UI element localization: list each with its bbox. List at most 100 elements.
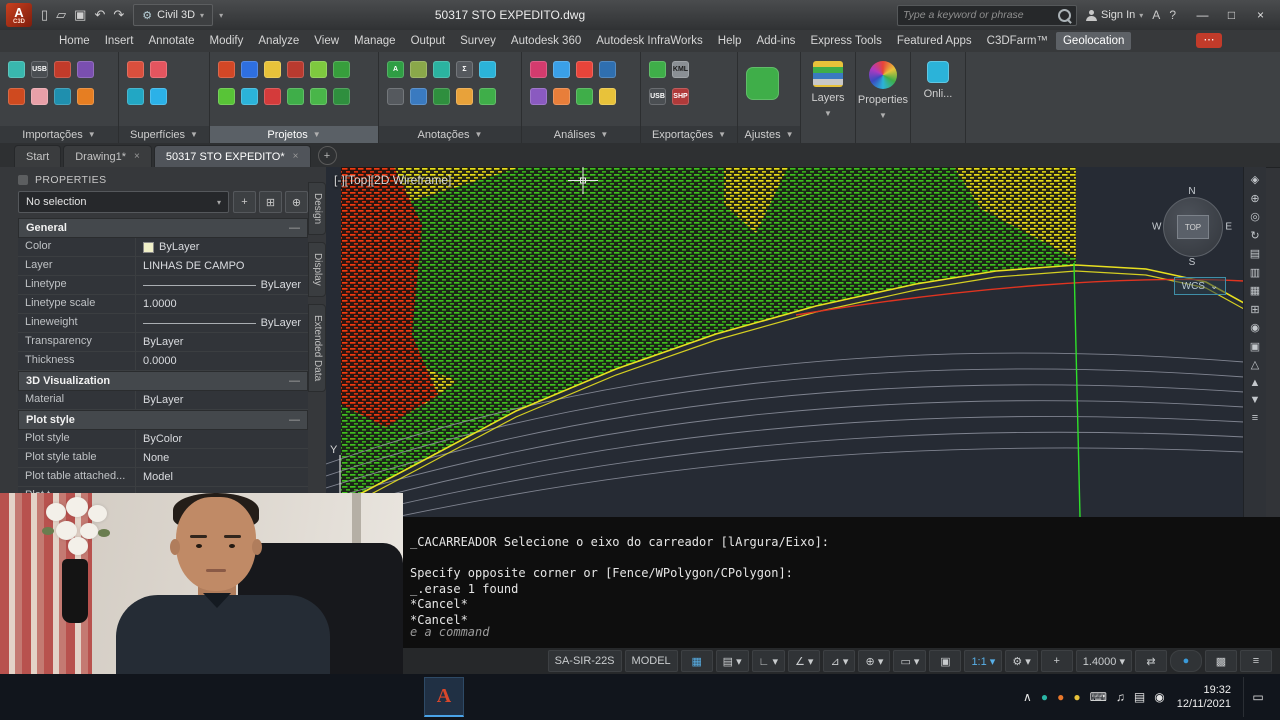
ribbon-tool-icon[interactable]: KML (672, 61, 689, 78)
ribbon-panel-properties[interactable]: Properties ▼ (856, 52, 911, 143)
status-toggle[interactable]: ⚙ ▾ (1005, 650, 1038, 672)
nav-icon[interactable]: ↻ (1250, 229, 1259, 242)
tray-icon[interactable]: ◉ (1154, 690, 1164, 704)
nav-icon[interactable]: ≡ (1252, 412, 1258, 424)
property-row[interactable]: Transparency ByLayer (18, 333, 308, 352)
status-toggle[interactable]: + (1040, 650, 1073, 672)
ribbon-tool-icon[interactable] (218, 88, 235, 105)
status-toggle[interactable]: ● (1170, 650, 1202, 672)
ribbon-tool-icon[interactable] (410, 88, 427, 105)
ribbon-tool-icon[interactable] (530, 61, 547, 78)
ribbon-tab[interactable]: Annotate (141, 32, 201, 50)
nav-icon[interactable]: ⊕ (1250, 192, 1259, 205)
property-row[interactable]: Plot style ByColor (18, 430, 308, 449)
ribbon-tool-icon[interactable]: A (387, 61, 404, 78)
ribbon-tab[interactable]: Output (404, 32, 453, 50)
selection-dropdown[interactable]: No selection ▾ (18, 191, 229, 213)
search-box[interactable]: Type a keyword or phrase (897, 4, 1078, 26)
close-button[interactable]: × (1247, 5, 1274, 25)
ribbon-tool-icon[interactable] (576, 88, 593, 105)
action-center-icon[interactable]: ▭ (1243, 677, 1272, 717)
ribbon-tool-icon[interactable] (333, 61, 350, 78)
palette-tool-icon[interactable]: + (233, 191, 256, 213)
ribbon-tool-icon[interactable] (54, 61, 71, 78)
tray-icon[interactable]: ● (1041, 690, 1048, 704)
tray-icon[interactable]: ▤ (1134, 690, 1145, 704)
nav-icon[interactable]: ◉ (1250, 321, 1260, 334)
nav-icon[interactable]: ▤ (1250, 247, 1260, 260)
status-toggle[interactable]: ∟ ▾ (751, 650, 785, 672)
ribbon-tool-icon[interactable] (599, 88, 616, 105)
ribbon-tool-icon[interactable]: USB (649, 88, 666, 105)
nav-icon[interactable]: ▼ (1250, 394, 1261, 406)
ribbon-tab[interactable]: Home (52, 32, 97, 50)
panel-title-anotacoes[interactable]: Anotações ▼ (379, 126, 521, 143)
ribbon-tool-icon[interactable] (433, 61, 450, 78)
ribbon-tool-icon[interactable] (287, 61, 304, 78)
taskbar-clock[interactable]: 19:32 12/11/2021 (1177, 683, 1231, 712)
status-toggle[interactable]: ▦ (680, 650, 713, 672)
close-icon[interactable]: × (134, 151, 140, 162)
ribbon-tool-icon[interactable] (530, 88, 547, 105)
palette-tool-icon[interactable]: ⊕ (285, 191, 308, 213)
ribbon-tool-icon[interactable] (77, 88, 94, 105)
drawing-viewport[interactable]: Y [-][Top][2D Wireframe] N S W E TOP WCS… (326, 167, 1266, 517)
status-toggle[interactable]: MODEL (624, 650, 678, 672)
tray-icon[interactable]: ∧ (1023, 690, 1032, 704)
ribbon-tab[interactable]: Insert (98, 32, 141, 50)
notification-badge[interactable]: ⋯ (1196, 33, 1222, 48)
ribbon-tab[interactable]: Autodesk InfraWorks (589, 32, 710, 50)
help-icon[interactable]: ? (1169, 8, 1176, 22)
palette-grip-icon[interactable] (18, 175, 28, 185)
ribbon-tab[interactable]: Modify (203, 32, 251, 50)
section-header-general[interactable]: General — (18, 218, 308, 238)
document-tab[interactable]: Start (14, 145, 62, 167)
collapse-icon[interactable]: — (289, 222, 300, 234)
qat-customize-icon[interactable]: ▾ (219, 11, 223, 20)
ribbon-tab[interactable]: Express Tools (803, 32, 888, 50)
qat-icon[interactable]: ↶ (91, 7, 108, 23)
status-toggle[interactable]: 1.4000 ▾ (1075, 650, 1132, 672)
palette-header[interactable]: PROPERTIES (18, 170, 308, 190)
tray-icon[interactable]: ⌨ (1090, 690, 1107, 704)
ribbon-tool-icon[interactable] (241, 88, 258, 105)
ribbon-tool-icon[interactable] (576, 61, 593, 78)
viewcube-top-face[interactable]: TOP (1177, 215, 1209, 239)
panel-title-importacoes[interactable]: Importações ▼ (0, 126, 118, 143)
nav-icon[interactable]: ◈ (1251, 173, 1259, 186)
ribbon-tab[interactable]: Analyze (251, 32, 306, 50)
ribbon-tool-icon[interactable] (746, 66, 779, 100)
ribbon-tool-icon[interactable]: Σ (456, 61, 473, 78)
nav-icon[interactable]: ◎ (1250, 210, 1260, 223)
status-toggle[interactable]: ∠ ▾ (788, 650, 821, 672)
qat-icon[interactable]: ▣ (71, 7, 89, 23)
panel-title-ajustes[interactable]: Ajustes ▼ (738, 126, 800, 143)
nav-icon[interactable]: ▣ (1250, 340, 1260, 353)
ribbon-tool-icon[interactable] (77, 61, 94, 78)
collapse-icon[interactable]: — (289, 375, 300, 387)
ribbon-tool-icon[interactable] (241, 61, 258, 78)
nav-icon[interactable]: ⊞ (1250, 303, 1259, 316)
ribbon-tool-icon[interactable] (150, 88, 167, 105)
property-row[interactable]: Color ByLayer (18, 238, 308, 257)
ribbon-tool-icon[interactable] (410, 61, 427, 78)
qat-icon[interactable]: ▱ (53, 7, 69, 23)
nav-icon[interactable]: ▥ (1250, 266, 1260, 279)
drawing-canvas[interactable]: Y (326, 167, 1245, 517)
workspace-selector[interactable]: ⚙ Civil 3D ▾ (133, 4, 214, 26)
property-row[interactable]: Plot table attached... Model (18, 468, 308, 487)
ribbon-tool-icon[interactable] (599, 61, 616, 78)
tray-icon[interactable]: ● (1057, 690, 1064, 704)
document-tab[interactable]: 50317 STO EXPEDITO* × (153, 145, 311, 167)
palette-side-tab[interactable]: Design (308, 182, 326, 236)
app-menu-button[interactable]: A C3D (6, 3, 32, 27)
section-header-3d-visualization[interactable]: 3D Visualization — (18, 371, 308, 391)
qat-icon[interactable]: ↷ (110, 7, 127, 23)
ribbon-tool-icon[interactable] (456, 88, 473, 105)
nav-icon[interactable]: ▦ (1250, 284, 1260, 297)
ribbon-tool-icon[interactable] (264, 61, 281, 78)
ribbon-tool-icon[interactable] (127, 88, 144, 105)
close-icon[interactable]: × (293, 151, 299, 162)
property-row[interactable]: Linetype scale 1.0000 (18, 295, 308, 314)
nav-icon[interactable]: ▲ (1250, 377, 1261, 389)
